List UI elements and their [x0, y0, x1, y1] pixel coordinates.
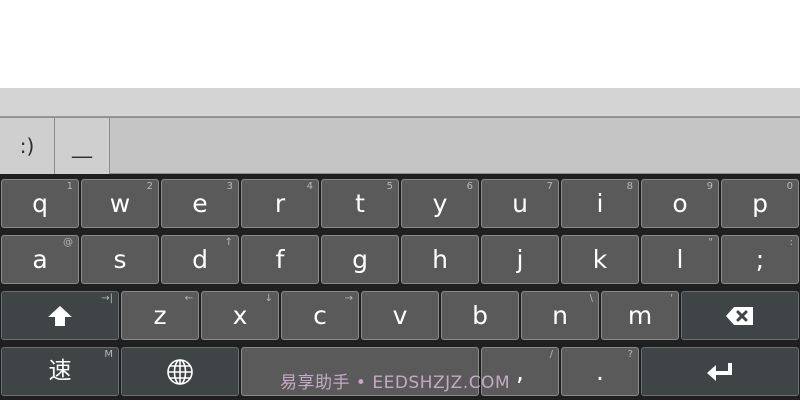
key-hint: 7 — [546, 181, 553, 192]
key-i[interactable]: i8 — [561, 179, 639, 228]
key-hint: 9 — [706, 181, 713, 192]
key-hint: 6 — [466, 181, 473, 192]
key-label: r — [274, 189, 286, 218]
key-hint: ' — [670, 293, 673, 304]
key-q[interactable]: q1 — [1, 179, 79, 228]
key-hint: M — [104, 349, 113, 360]
key-label: u — [512, 189, 528, 218]
key-hint: 3 — [226, 181, 233, 192]
key-hint: " — [708, 237, 713, 248]
globe-key[interactable] — [121, 347, 239, 396]
key-hint: 4 — [306, 181, 313, 192]
key-f[interactable]: f — [241, 235, 319, 284]
key-hint: 0 — [786, 181, 793, 192]
key-label: 速 — [48, 358, 72, 384]
key-label: , — [516, 357, 524, 386]
key-hint: / — [549, 349, 553, 360]
key-hint: 2 — [146, 181, 153, 192]
key-o[interactable]: o9 — [641, 179, 719, 228]
key-n[interactable]: n \ — [521, 291, 599, 340]
key-k[interactable]: k — [561, 235, 639, 284]
key-label: o — [672, 189, 688, 218]
key-e[interactable]: e3 — [161, 179, 239, 228]
key-label: ; — [755, 245, 765, 274]
key-label: n — [552, 301, 568, 330]
key-l[interactable]: l " — [641, 235, 719, 284]
key-label: y — [432, 189, 448, 218]
input-band — [0, 88, 800, 117]
key-s[interactable]: s — [81, 235, 159, 284]
key-label: j — [516, 245, 524, 274]
candidate-bar: :) __ — [0, 117, 800, 174]
key-label: v — [392, 301, 408, 330]
watermark: 易享助手 • EEDSHZJZ.COM — [280, 373, 511, 393]
key-hint: 1 — [66, 181, 73, 192]
key-j[interactable]: j — [481, 235, 559, 284]
keyboard: q1 w2 e3 r4 t5 y6 u7 i8 o9 p0 a @ s d ↑ f … — [0, 174, 800, 400]
key-label: f — [275, 245, 285, 274]
key-w[interactable]: w2 — [81, 179, 159, 228]
key-label: b — [472, 301, 488, 330]
key-hint: : — [789, 237, 793, 248]
key-label: k — [592, 245, 608, 274]
key-hint: →| — [101, 293, 113, 304]
key-label: m — [627, 301, 653, 330]
shift-key[interactable]: →| — [1, 291, 119, 340]
key-v[interactable]: v — [361, 291, 439, 340]
key-label: p — [752, 189, 768, 218]
key-label: x — [232, 301, 248, 330]
key-hint: ↑ — [224, 237, 233, 248]
key-period[interactable]: .? — [561, 347, 639, 396]
key-t[interactable]: t5 — [321, 179, 399, 228]
key-c[interactable]: c → — [281, 291, 359, 340]
key-label: s — [113, 245, 127, 274]
key-d[interactable]: d ↑ — [161, 235, 239, 284]
key-hint: 5 — [386, 181, 393, 192]
key-label: w — [109, 189, 131, 218]
backspace-icon — [725, 306, 755, 326]
key-semicolon[interactable]: ;: — [721, 235, 799, 284]
key-hint: @ — [63, 237, 73, 248]
key-label: t — [355, 189, 365, 218]
key-label: d — [192, 245, 208, 274]
key-hint: 8 — [626, 181, 633, 192]
candidate-underscore[interactable]: __ — [55, 118, 110, 174]
key-m[interactable]: m ' — [601, 291, 679, 340]
key-g[interactable]: g — [321, 235, 399, 284]
backspace-key[interactable] — [681, 291, 799, 340]
key-label: h — [432, 245, 448, 274]
key-b[interactable]: b — [441, 291, 519, 340]
key-hint: \ — [589, 293, 593, 304]
key-label: e — [192, 189, 208, 218]
key-y[interactable]: y6 — [401, 179, 479, 228]
shift-arrow-icon — [47, 305, 73, 327]
key-x[interactable]: x ↓ — [201, 291, 279, 340]
enter-key[interactable] — [641, 347, 799, 396]
key-label: l — [676, 245, 684, 274]
key-a[interactable]: a @ — [1, 235, 79, 284]
key-label: g — [352, 245, 368, 274]
key-label: q — [32, 189, 48, 218]
candidate-smiley[interactable]: :) — [0, 118, 55, 174]
key-label: c — [313, 301, 327, 330]
key-hint: ↓ — [264, 293, 273, 304]
key-label: i — [596, 189, 604, 218]
app-content-area — [0, 0, 800, 88]
key-hint: ← — [184, 293, 193, 304]
globe-icon — [166, 358, 194, 386]
key-p[interactable]: p0 — [721, 179, 799, 228]
key-hint: → — [344, 293, 353, 304]
key-u[interactable]: u7 — [481, 179, 559, 228]
key-h[interactable]: h — [401, 235, 479, 284]
language-key[interactable]: 速M — [1, 347, 119, 396]
key-label: . — [596, 357, 604, 386]
key-hint: ? — [627, 349, 633, 360]
enter-icon — [705, 361, 735, 383]
key-label: z — [153, 301, 167, 330]
key-label: a — [32, 245, 48, 274]
key-z[interactable]: z ← — [121, 291, 199, 340]
key-r[interactable]: r4 — [241, 179, 319, 228]
